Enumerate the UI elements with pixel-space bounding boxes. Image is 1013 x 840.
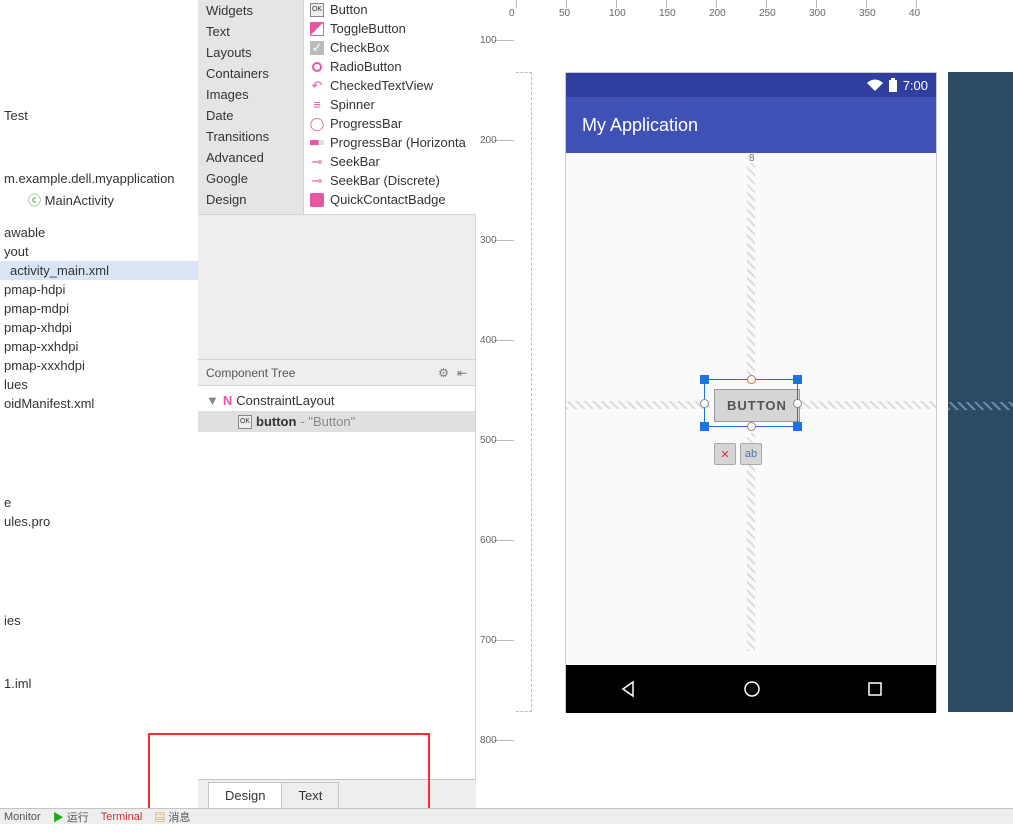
- layout-icon: N: [223, 393, 232, 408]
- app-bar: My Application: [566, 97, 936, 153]
- badge-icon: [310, 193, 324, 207]
- ok-icon: OK: [310, 3, 324, 17]
- content-area[interactable]: 8 8 BUTTON ✕ ab: [566, 153, 936, 665]
- tree-item[interactable]: pmap-xxxhdpi: [0, 356, 198, 375]
- palette-widget[interactable]: ◯ProgressBar: [304, 114, 499, 133]
- progress-h-icon: [310, 140, 324, 145]
- preview-gap: [198, 214, 476, 360]
- palette-widget[interactable]: ✓CheckBox: [304, 38, 499, 57]
- vertical-ruler: 100200300400500600700800: [494, 40, 514, 840]
- tree-item[interactable]: 1.iml: [0, 674, 198, 693]
- tree-item[interactable]: oidManifest.xml: [0, 394, 198, 413]
- baseline-button[interactable]: ab: [740, 443, 762, 465]
- palette-cat[interactable]: Google: [198, 168, 303, 189]
- component-tree-panel: Component Tree ⚙ ⇤ ▼ N ConstraintLayout …: [198, 360, 476, 790]
- tree-item[interactable]: lues: [0, 375, 198, 394]
- toggle-icon: [310, 22, 324, 36]
- tree-item[interactable]: pmap-mdpi: [0, 299, 198, 318]
- recents-icon[interactable]: [867, 681, 883, 697]
- palette-widget[interactable]: ⊸SeekBar: [304, 152, 499, 171]
- ok-icon: OK: [238, 415, 252, 429]
- remove-constraints-button[interactable]: ✕: [714, 443, 736, 465]
- messages-tab[interactable]: ▤ 消息: [154, 809, 190, 825]
- spinner-icon: ≡: [310, 98, 324, 112]
- palette-widget[interactable]: ToggleButton: [304, 19, 499, 38]
- tree-node-constraintlayout[interactable]: ▼ N ConstraintLayout: [198, 390, 475, 411]
- tree-item[interactable]: pmap-xhdpi: [0, 318, 198, 337]
- palette-widget[interactable]: ProgressBar (Horizonta: [304, 133, 499, 152]
- palette-cat[interactable]: Advanced: [198, 147, 303, 168]
- palette-widget[interactable]: QuickContactBadge: [304, 190, 499, 209]
- tree-item[interactable]: m.example.dell.myapplication: [0, 169, 198, 188]
- tab-text[interactable]: Text: [281, 782, 339, 808]
- progress-icon: ◯: [310, 117, 324, 131]
- palette-widget-list: OKButton ToggleButton ✓CheckBox RadioBut…: [304, 0, 499, 214]
- palette-cat[interactable]: Containers: [198, 63, 303, 84]
- palette-widget[interactable]: ⊸SeekBar (Discrete): [304, 171, 499, 190]
- checked-text-icon: ↶: [310, 79, 324, 93]
- palette-cat[interactable]: Transitions: [198, 126, 303, 147]
- collapse-icon[interactable]: ⇤: [457, 366, 467, 380]
- palette-widget[interactable]: ↶CheckedTextView: [304, 76, 499, 95]
- tree-item[interactable]: pmap-xxhdpi: [0, 337, 198, 356]
- tree-item[interactable]: ⓒ MainActivity: [0, 188, 198, 211]
- palette-cat[interactable]: Widgets: [198, 0, 303, 21]
- tree-item[interactable]: e: [0, 493, 198, 512]
- battery-icon: [889, 78, 897, 92]
- wifi-icon: [867, 79, 883, 91]
- back-icon[interactable]: [619, 680, 637, 698]
- monitor-tab[interactable]: Monitor: [4, 811, 41, 823]
- status-bar: 7:00: [566, 73, 936, 97]
- tree-item[interactable]: ules.pro: [0, 512, 198, 531]
- horizontal-ruler: 05010015020025030035040: [516, 0, 1013, 20]
- tree-node-button[interactable]: OK button - "Button": [198, 411, 475, 432]
- tree-item-activity-main[interactable]: activity_main.xml: [0, 261, 198, 280]
- palette-cat[interactable]: Date: [198, 105, 303, 126]
- home-icon[interactable]: [743, 680, 761, 698]
- design-surface: 05010015020025030035040 1002003004005006…: [476, 0, 1013, 808]
- check-icon: ✓: [310, 41, 324, 55]
- palette-cat[interactable]: Text: [198, 21, 303, 42]
- palette-cat[interactable]: Layouts: [198, 42, 303, 63]
- palette-cat[interactable]: Images: [198, 84, 303, 105]
- device-preview[interactable]: 7:00 My Application 8 8 BUTTON: [565, 72, 937, 712]
- bottom-tool-bar: Monitor ▶ 运行 Terminal ▤ 消息: [0, 808, 1013, 824]
- tree-item[interactable]: Test: [0, 106, 198, 125]
- run-tab[interactable]: ▶ 运行: [53, 809, 89, 825]
- app-title: My Application: [582, 115, 698, 136]
- tree-item[interactable]: pmap-hdpi: [0, 280, 198, 299]
- editor-tabs: Design Text: [198, 779, 476, 808]
- palette-categories: Widgets Text Layouts Containers Images D…: [198, 0, 304, 214]
- palette-widget[interactable]: RadioButton: [304, 57, 499, 76]
- component-tree-header: Component Tree ⚙ ⇤: [198, 360, 475, 386]
- palette-panel: Widgets Text Layouts Containers Images D…: [198, 0, 499, 214]
- chevron-down-icon: ▼: [206, 393, 219, 408]
- seek-icon: ⊸: [310, 155, 324, 169]
- palette-widget[interactable]: ≡Spinner: [304, 95, 499, 114]
- gear-icon[interactable]: ⚙: [438, 366, 449, 380]
- tree-item[interactable]: yout: [0, 242, 198, 261]
- palette-cat[interactable]: Design: [198, 189, 303, 210]
- radio-icon: [310, 60, 324, 74]
- tab-design[interactable]: Design: [208, 782, 282, 808]
- palette-widget[interactable]: OKButton: [304, 0, 499, 19]
- selection-outline: [704, 379, 798, 427]
- nav-bar: [566, 665, 936, 713]
- seek-discrete-icon: ⊸: [310, 174, 324, 188]
- terminal-tab[interactable]: Terminal: [101, 811, 143, 823]
- tree-item[interactable]: awable: [0, 223, 198, 242]
- tree-item[interactable]: ies: [0, 611, 198, 630]
- blueprint-preview[interactable]: [948, 72, 1013, 712]
- project-tree-panel: Test m.example.dell.myapplication ⓒ Main…: [0, 0, 198, 810]
- status-time: 7:00: [903, 78, 928, 93]
